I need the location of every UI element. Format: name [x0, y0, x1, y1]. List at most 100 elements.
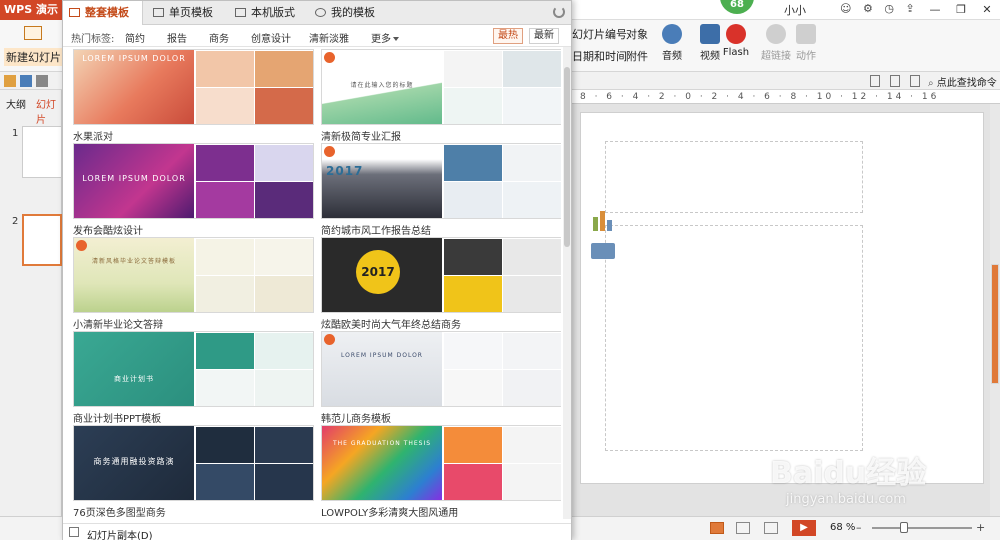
minimize-icon[interactable]: — [922, 0, 948, 20]
template-card[interactable]: LOREM IPSUM DOLOR 水果派对 [73, 49, 314, 143]
tag-fresh[interactable]: 清新淡雅 [309, 30, 349, 45]
user-name[interactable]: 小小 [784, 2, 806, 18]
reading-view-icon[interactable] [764, 522, 778, 534]
tab-my-templates[interactable]: 我的模板 [309, 1, 389, 25]
user-icon [315, 8, 326, 17]
template-name: 水果派对 [73, 132, 113, 143]
slide-thumbnail[interactable] [22, 126, 62, 178]
help-icon[interactable] [910, 75, 920, 87]
tag-creative[interactable]: 创意设计 [251, 30, 291, 45]
tag-business[interactable]: 商务 [209, 30, 229, 45]
save-icon[interactable] [20, 75, 32, 87]
share-icon[interactable] [890, 75, 900, 87]
object-button[interactable]: 对象 [626, 26, 648, 42]
zoom-in-icon[interactable]: + [976, 521, 985, 534]
zoom-slider-knob[interactable] [900, 522, 908, 533]
thumbnail-caption: 商务通用融投资路演 [93, 457, 175, 466]
template-thumbnail[interactable]: 商业计划书 [73, 331, 314, 407]
media-icon[interactable] [591, 243, 615, 259]
template-name: 76页深色多图型商务 [73, 508, 166, 519]
open-icon[interactable] [4, 75, 16, 87]
slideshow-play-button[interactable]: ▶ [792, 520, 816, 536]
template-badge-icon [76, 240, 87, 251]
find-command[interactable]: ⌕ 点此查找命令 [928, 74, 997, 89]
template-card[interactable]: 2017 简约城市风工作报告总结 [321, 143, 561, 237]
tag-bar: 热门标签: 简约 报告 商务 创意设计 清新淡雅 更多 最热 最新 [63, 25, 571, 47]
chart-icon[interactable] [593, 211, 615, 231]
sort-new-button[interactable]: 最新 [529, 28, 559, 44]
tab-template-set[interactable]: 整套模板 [63, 1, 143, 25]
template-thumbnail[interactable]: 请在此输入您的标题 [321, 49, 561, 125]
thumbnail-caption: LOREM IPSUM DOLOR [82, 54, 186, 63]
more-tags-dropdown[interactable]: 更多 [371, 30, 399, 45]
template-thumbnail[interactable]: LOREM IPSUM DOLOR [73, 143, 314, 219]
flash-label: Flash [722, 47, 750, 58]
template-thumbnail[interactable]: LOREM IPSUM DOLOR [321, 331, 561, 407]
restore-icon[interactable]: ❐ [948, 0, 974, 20]
tab-single-page[interactable]: 单页模板 [147, 1, 227, 25]
zoom-level[interactable]: 68 % [830, 522, 855, 533]
template-thumbnail[interactable]: LOREM IPSUM DOLOR [73, 49, 314, 125]
sorter-view-icon[interactable] [736, 522, 750, 534]
hot-tags-label: 热门标签: [71, 34, 115, 45]
tool-icon[interactable] [870, 75, 880, 87]
new-slide-button[interactable]: 新建幻灯片 [2, 22, 64, 68]
template-card[interactable]: 清新风格毕业论文答辩模板 小清新毕业论文答辩 [73, 237, 314, 331]
slide-number-button[interactable]: 幻灯片编号 [572, 26, 627, 42]
search-icon: ⌕ [928, 78, 934, 89]
duplicate-slide-label: 幻灯片副本(D) [87, 531, 153, 540]
audio-button[interactable]: 音频 [652, 24, 692, 62]
tab-label: 我的模板 [331, 6, 375, 19]
thumbnail-caption: LOREM IPSUM DOLOR [341, 352, 423, 359]
tab-local-layout[interactable]: 本机版式 [229, 1, 309, 25]
template-name: LOWPOLY多彩清爽大图风通用 [321, 508, 459, 519]
normal-view-icon[interactable] [710, 522, 724, 534]
notification-badge[interactable]: 68 [720, 0, 754, 14]
template-name: 小清新毕业论文答辩 [73, 320, 163, 331]
close-icon[interactable]: ✕ [974, 0, 1000, 20]
dialog-footer[interactable]: 幻灯片副本(D) [63, 523, 571, 540]
slide-canvas[interactable] [580, 112, 984, 484]
refresh-icon[interactable] [553, 6, 565, 18]
template-thumbnail[interactable]: 2017 [321, 143, 561, 219]
vertical-scrollbar[interactable] [990, 104, 1000, 516]
zoom-slider[interactable] [872, 527, 972, 529]
template-name: 清新极简专业汇报 [321, 132, 401, 143]
window-controls: — ❐ ✕ [922, 0, 1000, 20]
template-card[interactable]: LOREM IPSUM DOLOR 韩范儿商务模板 [321, 331, 561, 425]
print-icon[interactable] [36, 75, 48, 87]
action-button[interactable]: 动作 [786, 24, 826, 62]
template-thumbnail[interactable]: 商务通用融投资路演 [73, 425, 314, 501]
date-time-button[interactable]: 日期和时间 [572, 48, 627, 64]
dialog-scrollbar[interactable] [563, 47, 571, 519]
tab-slides[interactable]: 幻灯片 [36, 96, 62, 126]
content-placeholder[interactable] [605, 225, 863, 451]
template-thumbnail[interactable]: THE GRADUATION THESIS [321, 425, 561, 501]
template-card[interactable]: THE GRADUATION THESIS LOWPOLY多彩清爽大图风通用 [321, 425, 561, 519]
tab-outline[interactable]: 大纲 [6, 96, 26, 111]
template-card[interactable]: LOREM IPSUM DOLOR 发布会酷炫设计 [73, 143, 314, 237]
template-card[interactable]: 请在此输入您的标题 清新极简专业汇报 [321, 49, 561, 143]
title-icons[interactable]: ☺ ⚙ ◷ ⇪ [840, 2, 919, 15]
audio-label: 音频 [662, 51, 682, 62]
tag-simple[interactable]: 简约 [125, 30, 145, 45]
template-card[interactable]: 商业计划书 商业计划书PPT模板 [73, 331, 314, 425]
thumbnail-caption: 2017 [356, 250, 400, 294]
template-thumbnail[interactable]: 清新风格毕业论文答辩模板 [73, 237, 314, 313]
dialog-scrollbar-thumb[interactable] [564, 67, 570, 247]
zoom-out-icon[interactable]: – [856, 521, 862, 534]
sort-hot-button[interactable]: 最热 [493, 28, 523, 44]
template-card[interactable]: 2017 炫酷欧美时尚大气年终总结商务 [321, 237, 561, 331]
thumbnail-caption: THE GRADUATION THESIS [332, 440, 432, 447]
template-card[interactable]: 商务通用融投资路演 76页深色多图型商务 [73, 425, 314, 519]
new-slide-icon [24, 26, 42, 40]
attachment-button[interactable]: 附件 [626, 48, 648, 64]
flash-button[interactable]: Flash [716, 24, 756, 58]
app-menu-button[interactable]: WPS 演示 [0, 0, 66, 20]
template-name: 炫酷欧美时尚大气年终总结商务 [321, 320, 461, 331]
title-placeholder[interactable] [605, 141, 863, 213]
slide-thumbnail-selected[interactable] [22, 214, 62, 266]
tag-report[interactable]: 报告 [167, 30, 187, 45]
template-thumbnail[interactable]: 2017 [321, 237, 561, 313]
scrollbar-thumb[interactable] [991, 264, 999, 384]
